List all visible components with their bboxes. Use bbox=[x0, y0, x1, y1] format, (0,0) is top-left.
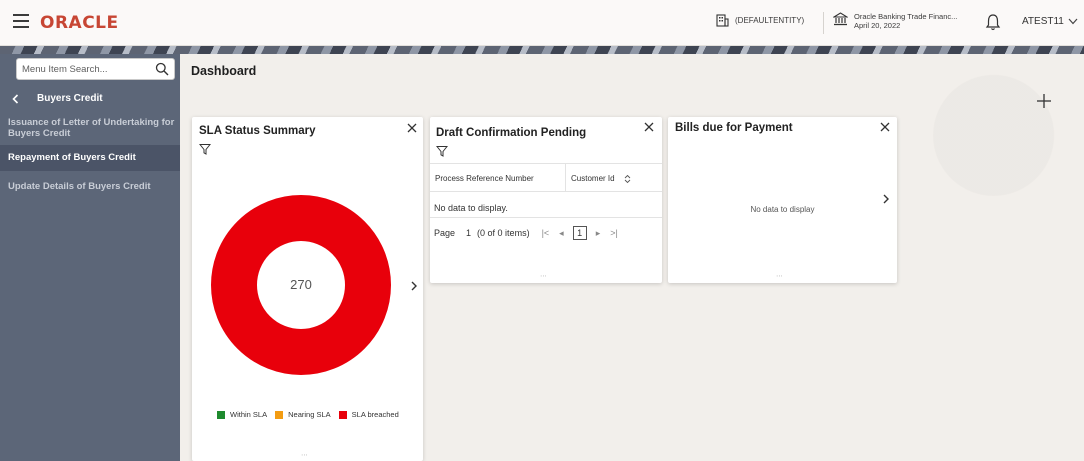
chart-legend: Within SLA Nearing SLA SLA breached bbox=[217, 410, 399, 419]
entity-selector[interactable]: (DEFAULTENTITY) bbox=[716, 14, 804, 27]
sidebar-item-update-details-of-buyers-credit[interactable]: Update Details of Buyers Credit bbox=[8, 181, 176, 192]
column-header-process-reference-number[interactable]: Process Reference Number bbox=[435, 174, 534, 183]
hamburger-menu-icon[interactable] bbox=[13, 14, 29, 30]
column-divider bbox=[565, 164, 566, 191]
menu-search-input[interactable] bbox=[17, 59, 147, 80]
sidebar: Buyers Credit Issuance of Letter of Unde… bbox=[0, 54, 180, 461]
legend-swatch-sla-breached bbox=[338, 410, 347, 419]
column-header-customer-id[interactable]: Customer Id bbox=[571, 174, 615, 183]
user-menu[interactable]: ATEST11 bbox=[1022, 16, 1078, 27]
legend-swatch-within-sla bbox=[217, 410, 225, 419]
card-title: Bills due for Payment bbox=[675, 122, 793, 134]
chevron-down-icon bbox=[1068, 18, 1078, 25]
top-bar: ORACLE (DEFAULTENTITY) Oracle Banking Tr… bbox=[0, 0, 1084, 46]
first-page-icon[interactable]: |< bbox=[542, 228, 550, 238]
menu-search bbox=[16, 58, 175, 80]
decorative-band bbox=[0, 46, 1084, 54]
legend-swatch-nearing-sla bbox=[275, 410, 284, 419]
legend-label-within-sla: Within SLA bbox=[230, 410, 268, 419]
entity-label: (DEFAULTENTITY) bbox=[735, 16, 805, 25]
page-number: 1 bbox=[466, 228, 472, 238]
previous-page-icon[interactable]: ◂ bbox=[559, 228, 564, 239]
close-icon[interactable] bbox=[643, 121, 655, 133]
notification-bell-icon[interactable] bbox=[984, 12, 1002, 32]
add-widget-icon[interactable] bbox=[1035, 92, 1053, 110]
chevron-left-icon bbox=[12, 93, 19, 104]
back-to-parent-menu[interactable]: Buyers Credit bbox=[12, 93, 103, 104]
pagination: Page 1 (0 of 0 items) |< ◂ 1 ▸ >| bbox=[430, 217, 662, 241]
sidebar-item-repayment-of-buyers-credit[interactable]: Repayment of Buyers Credit bbox=[0, 145, 180, 171]
table-header: Process Reference Number Customer Id bbox=[430, 163, 662, 192]
bills-due-for-payment-card: Bills due for Payment No data to display… bbox=[668, 117, 897, 283]
no-data-message: No data to display bbox=[750, 205, 815, 214]
main-content: Dashboard SLA Status Summary 270 Within … bbox=[180, 54, 1084, 461]
bank-icon bbox=[833, 12, 848, 26]
sort-icon[interactable] bbox=[624, 174, 631, 184]
search-icon[interactable] bbox=[155, 62, 169, 76]
sla-status-summary-card: SLA Status Summary 270 Within SLA Nearin… bbox=[192, 117, 423, 461]
filter-icon[interactable] bbox=[436, 145, 448, 157]
card-title: SLA Status Summary bbox=[199, 125, 316, 137]
sla-donut-chart: 270 bbox=[211, 195, 391, 375]
current-page-button[interactable]: 1 bbox=[572, 226, 587, 240]
header-divider bbox=[823, 12, 824, 34]
filter-icon[interactable] bbox=[199, 143, 211, 155]
back-label: Buyers Credit bbox=[37, 93, 103, 104]
last-page-icon[interactable]: >| bbox=[610, 228, 618, 238]
building-icon bbox=[716, 14, 729, 27]
legend-label-nearing-sla: Nearing SLA bbox=[288, 410, 331, 419]
card-title: Draft Confirmation Pending bbox=[436, 127, 587, 139]
chevron-right-icon[interactable] bbox=[881, 193, 891, 205]
branch-name: Oracle Banking Trade Financ... bbox=[854, 12, 958, 21]
pager-label: Page bbox=[434, 228, 456, 238]
oracle-logo: ORACLE bbox=[40, 13, 119, 33]
no-data-message: No data to display. bbox=[434, 203, 508, 213]
donut-center-value: 270 bbox=[290, 277, 312, 292]
page-title: Dashboard bbox=[191, 64, 257, 78]
branch-selector[interactable]: Oracle Banking Trade Financ... April 20,… bbox=[833, 12, 957, 30]
chevron-right-icon[interactable] bbox=[409, 280, 419, 292]
resize-grip-icon[interactable]: ⋯ bbox=[540, 272, 548, 280]
draft-confirmation-pending-card: Draft Confirmation Pending Process Refer… bbox=[430, 117, 662, 283]
next-page-icon[interactable]: ▸ bbox=[596, 228, 601, 239]
close-icon[interactable] bbox=[406, 122, 418, 134]
branch-date: April 20, 2022 bbox=[854, 21, 901, 30]
close-icon[interactable] bbox=[879, 121, 891, 133]
legend-label-sla-breached: SLA breached bbox=[351, 410, 399, 419]
sidebar-item-issuance-of-letter-of-undertaking[interactable]: Issuance of Letter of Undertaking for Bu… bbox=[8, 117, 176, 139]
resize-grip-icon[interactable]: ⋯ bbox=[301, 451, 309, 459]
items-count: (0 of 0 items) bbox=[477, 228, 530, 238]
resize-grip-icon[interactable]: ⋯ bbox=[776, 272, 784, 280]
user-name: ATEST11 bbox=[1022, 16, 1064, 27]
